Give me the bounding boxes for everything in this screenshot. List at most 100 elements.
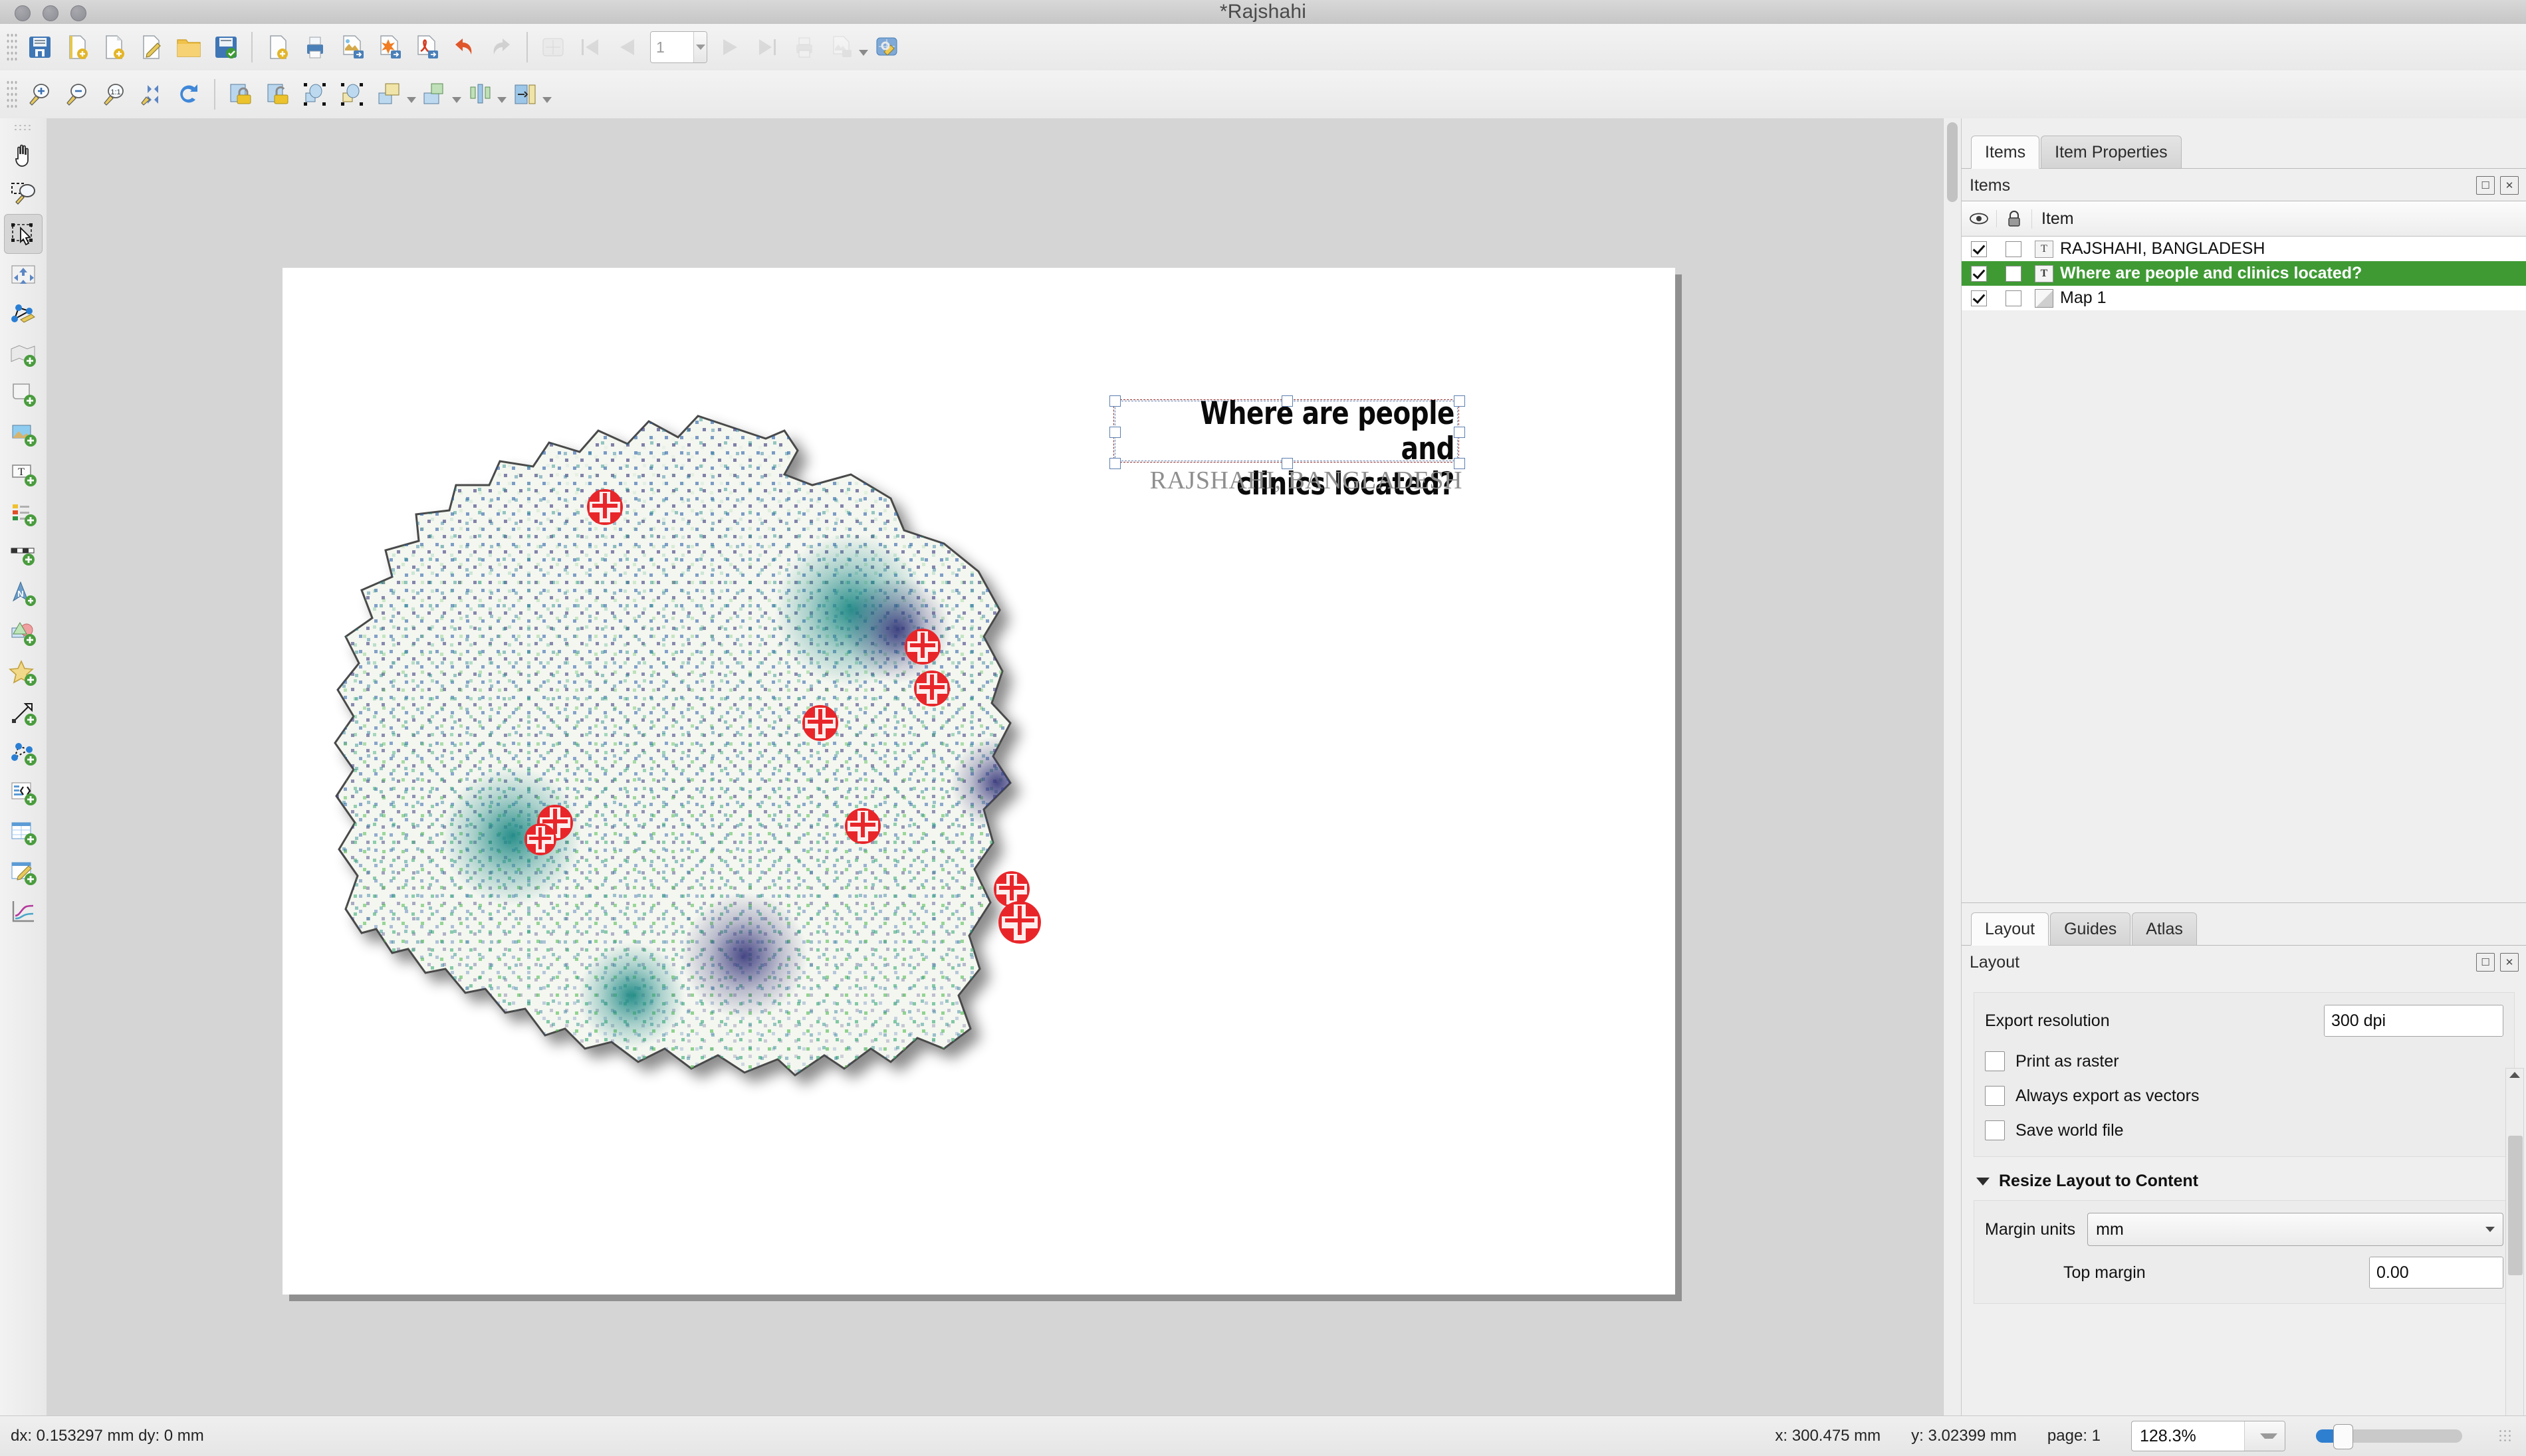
add-picture-tool[interactable] [5, 375, 42, 413]
lower-dropdown-caret[interactable] [452, 96, 461, 103]
layout-canvas[interactable]: Where are people and clinics located? RA… [47, 118, 1961, 1415]
atlas-export-dropdown-caret[interactable] [859, 49, 868, 56]
edit-nodes-tool[interactable] [5, 295, 42, 334]
add-fixed-table-tool[interactable] [5, 853, 42, 892]
atlas-page-dropdown[interactable] [693, 32, 707, 62]
row-visibility-checkbox[interactable] [1962, 241, 1996, 257]
add-attribute-table-tool[interactable] [5, 813, 42, 852]
atlas-preview-button[interactable] [869, 30, 904, 64]
add-shape-tool[interactable] [5, 614, 42, 653]
add-plot-tool[interactable] [5, 893, 42, 932]
zoom-full-button[interactable] [134, 77, 169, 112]
float-dock-icon[interactable]: ☐ [2476, 176, 2495, 195]
align-dropdown-caret[interactable] [497, 96, 507, 103]
atlas-page-spinbox[interactable] [650, 31, 707, 63]
resize-handle-mid-left[interactable] [1109, 427, 1121, 438]
scroll-up-icon[interactable] [2509, 1072, 2520, 1078]
atlas-prev-button[interactable] [610, 30, 645, 64]
pan-layout-tool[interactable] [5, 134, 42, 173]
atlas-next-button[interactable] [713, 30, 747, 64]
row-lock-checkbox[interactable] [1996, 265, 2031, 282]
minimize-button[interactable] [43, 5, 58, 21]
table-row[interactable]: Map 1 [1962, 286, 2526, 310]
refresh-view-button[interactable] [172, 77, 206, 112]
select-move-item-tool[interactable] [4, 214, 43, 254]
zoom-out-button[interactable] [60, 77, 94, 112]
add-map-tool[interactable] [5, 335, 42, 373]
zoom-slider-handle[interactable] [2333, 1424, 2353, 1449]
tab-layout[interactable]: Layout [1971, 912, 2049, 946]
close-dock-icon[interactable]: ✕ [2500, 176, 2519, 195]
row-lock-checkbox[interactable] [1996, 290, 2031, 306]
zoom-level-combobox[interactable]: 128.3% [2131, 1421, 2285, 1451]
zoom-tool[interactable] [5, 174, 42, 213]
print-layout-button[interactable] [298, 30, 332, 64]
add-html-tool[interactable] [5, 774, 42, 812]
add-marker-tool[interactable] [5, 654, 42, 692]
map-item-artwork[interactable] [319, 411, 1250, 1221]
toolbar-grip[interactable] [7, 32, 17, 62]
top-margin-spinbox[interactable] [2369, 1257, 2503, 1289]
close-dock-icon[interactable]: ✕ [2500, 953, 2519, 972]
table-row[interactable]: T Where are people and clinics located? [1962, 261, 2526, 286]
add-scalebar-tool[interactable] [5, 534, 42, 573]
toolbar-grip-2[interactable] [7, 79, 17, 110]
save-world-file-row[interactable]: Save world file [1985, 1120, 2503, 1140]
tab-atlas[interactable]: Atlas [2132, 912, 2197, 945]
export-pdf-button[interactable] [409, 30, 444, 64]
resize-handle-top-center[interactable] [1282, 395, 1293, 407]
lock-items-button[interactable] [223, 77, 258, 112]
always-export-vectors-row[interactable]: Always export as vectors [1985, 1086, 2503, 1106]
window-resize-grip[interactable] [2498, 1429, 2513, 1443]
resize-handle-top-right[interactable] [1454, 395, 1465, 407]
collapse-triangle-icon[interactable] [1976, 1177, 1990, 1186]
raise-dropdown-caret[interactable] [407, 96, 416, 103]
add-label-tool[interactable]: T [5, 455, 42, 493]
align-items-button[interactable] [463, 77, 497, 112]
move-item-content-tool[interactable] [5, 255, 42, 294]
row-visibility-checkbox[interactable] [1962, 290, 1996, 306]
add-north-arrow-tool[interactable]: N [5, 574, 42, 613]
atlas-settings-button[interactable] [536, 30, 570, 64]
always-export-vectors-checkbox[interactable] [1985, 1086, 2005, 1106]
print-as-raster-row[interactable]: Print as raster [1985, 1051, 2503, 1071]
add-legend-tool[interactable] [5, 494, 42, 533]
add-arrow-tool[interactable] [5, 694, 42, 732]
export-svg-button[interactable] [372, 30, 407, 64]
zoom-100-button[interactable]: 1:1 [97, 77, 132, 112]
resize-layout-section-header[interactable]: Resize Layout to Content [1976, 1172, 2526, 1191]
row-visibility-checkbox[interactable] [1962, 265, 1996, 282]
export-image-button[interactable] [335, 30, 370, 64]
open-template-button[interactable] [172, 30, 206, 64]
resize-handle-top-left[interactable] [1109, 395, 1121, 407]
zoom-dropdown-button[interactable] [2244, 1421, 2285, 1451]
atlas-export-image-button[interactable] [824, 30, 859, 64]
unlock-items-button[interactable] [261, 77, 295, 112]
layout-manager-button[interactable] [134, 30, 169, 64]
canvas-vertical-scrollbar[interactable] [1943, 118, 1961, 1415]
subtitle-label-item[interactable]: RAJSHAHI, BANGLADESH [1110, 466, 1462, 495]
redo-button[interactable] [484, 30, 518, 64]
layout-panel-scroll-thumb[interactable] [2508, 1136, 2523, 1275]
atlas-first-button[interactable] [573, 30, 608, 64]
save-world-file-checkbox[interactable] [1985, 1120, 2005, 1140]
close-button[interactable] [15, 5, 31, 21]
resize-handle-mid-right[interactable] [1454, 427, 1465, 438]
atlas-last-button[interactable] [750, 30, 784, 64]
add-node-item-tool[interactable] [5, 734, 42, 772]
table-row[interactable]: T RAJSHAHI, BANGLADESH [1962, 237, 2526, 261]
new-report-button[interactable] [261, 30, 295, 64]
group-items-button[interactable] [298, 77, 332, 112]
canvas-scroll-thumb[interactable] [1947, 122, 1958, 202]
duplicate-layout-button[interactable] [97, 30, 132, 64]
export-resolution-spinbox[interactable] [2324, 1005, 2503, 1037]
distribute-dropdown-caret[interactable] [542, 96, 552, 103]
row-lock-checkbox[interactable] [1996, 241, 2031, 257]
zoom-in-button[interactable] [23, 77, 57, 112]
save-template-button[interactable] [209, 30, 243, 64]
float-dock-icon[interactable]: ☐ [2476, 953, 2495, 972]
save-layout-button[interactable] [23, 30, 57, 64]
new-layout-button[interactable] [60, 30, 94, 64]
left-toolbar-grip[interactable] [13, 124, 33, 130]
atlas-print-button[interactable] [787, 30, 822, 64]
